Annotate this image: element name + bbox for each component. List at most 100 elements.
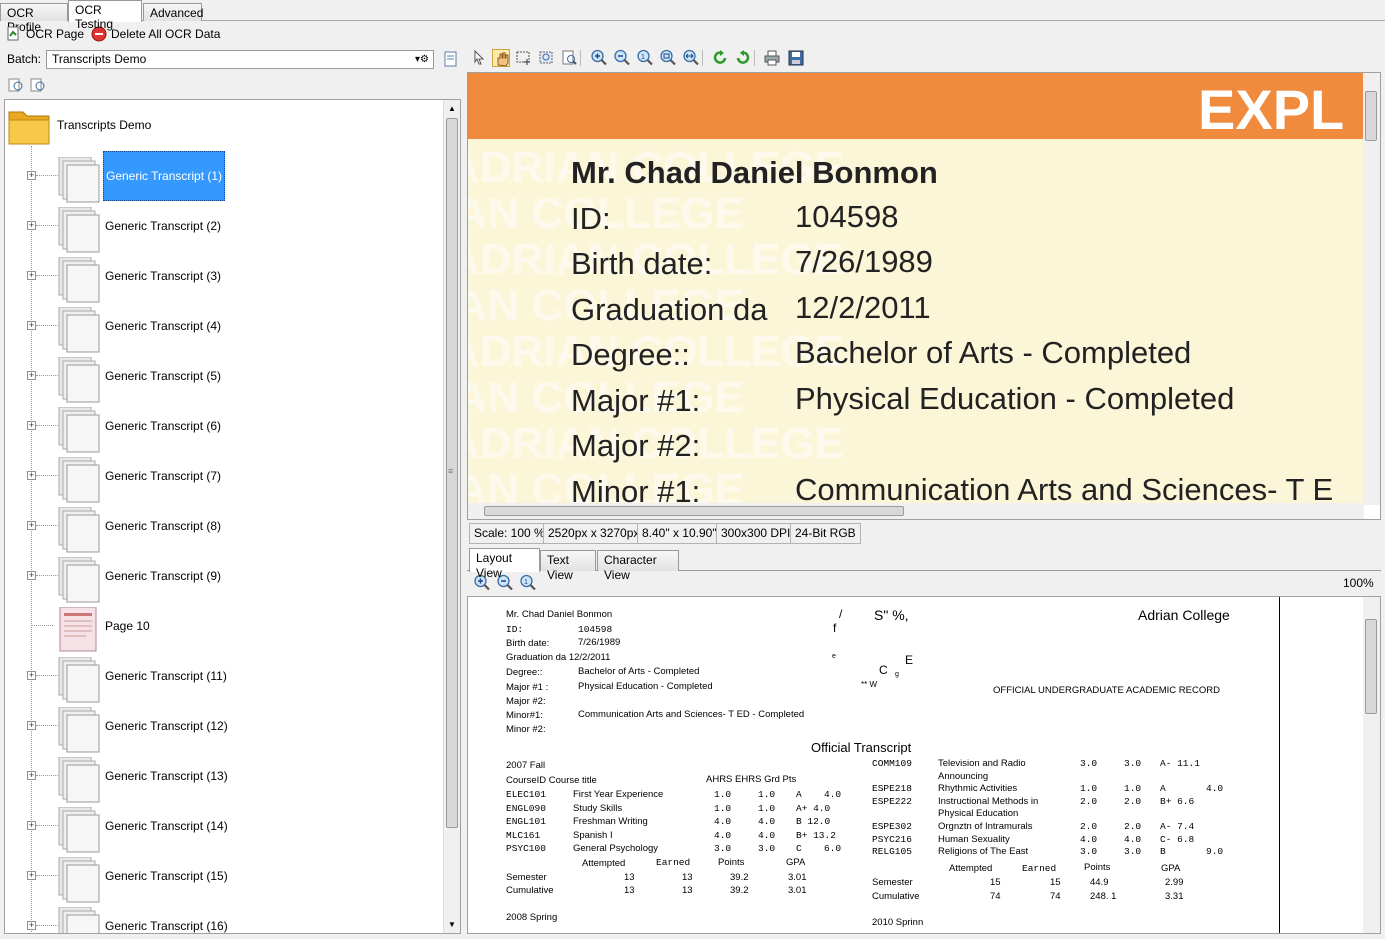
zoom-out-icon[interactable] [613,49,631,67]
zoom-width-icon[interactable] [682,49,700,67]
tree-node[interactable]: Page 10 [5,601,445,652]
tree-node-label[interactable]: Generic Transcript (16) [103,917,230,933]
zoom-fit-icon[interactable] [659,49,677,67]
tree-node[interactable]: + Generic Transcript (13) [5,751,445,803]
tree-node-label[interactable]: Generic Transcript (12) [103,717,230,735]
layout-text: Mr. Chad Daniel Bonmon [506,609,613,620]
tree-node-label[interactable]: Generic Transcript (3) [103,267,223,285]
course-ehrs: 4.0 [1124,833,1142,845]
tree-node-label[interactable]: Generic Transcript (7) [103,467,223,485]
expand-all-icon[interactable] [8,77,24,93]
course-grade: A- 7.4 [1160,821,1195,832]
tree-node[interactable]: + Generic Transcript (8) [5,501,445,553]
expand-node-icon[interactable]: + [27,871,36,880]
course-points: 9.0 [1206,846,1224,858]
layout-text: Points [718,857,745,868]
tab-text-view[interactable]: Text View [540,550,596,582]
tree-node[interactable]: + Generic Transcript (14) [5,801,445,853]
expand-node-icon[interactable]: + [27,521,36,530]
splitter-grip[interactable]: ≡ [448,466,453,476]
tree-node-label[interactable]: Generic Transcript (13) [103,767,230,785]
tree-node-label[interactable]: Generic Transcript (4) [103,317,223,335]
layout-scrollbar[interactable] [1363,597,1380,933]
tree-node-label[interactable]: Generic Transcript (5) [103,367,223,385]
collapse-all-icon[interactable] [30,77,46,93]
tab-character-view[interactable]: Character View [597,550,679,582]
course-id: PSYC216 [872,833,912,845]
tree-root-label[interactable]: Transcripts Demo [57,118,151,132]
document-field-label: ID: [571,200,611,236]
course-points: 4.0 [1206,783,1224,795]
print-icon[interactable] [763,49,781,67]
expand-node-icon[interactable]: + [27,371,36,380]
zoom-page-icon[interactable] [561,49,579,67]
tree-node-label[interactable]: Generic Transcript (15) [103,867,230,885]
tree-node-label[interactable]: Generic Transcript (6) [103,417,223,435]
batch-select[interactable]: Transcripts Demo ▾⚙ [46,50,434,69]
viewer-vscrollbar[interactable] [1363,73,1380,505]
save-icon[interactable] [787,49,805,67]
ocr-noise-text: E [905,653,914,667]
tree-node[interactable]: + Generic Transcript (6) [5,401,445,453]
tree-node[interactable]: + Generic Transcript (15) [5,851,445,903]
rotate-right-icon[interactable] [734,49,752,67]
ocr-page-button[interactable]: OCR Page [6,24,84,44]
pan-hand-icon[interactable] [492,49,510,67]
tab-layout-view[interactable]: Layout View [469,548,540,580]
layout-text: 7/26/1989 [578,637,621,648]
tree-scrollbar[interactable]: ▲ ▼ [443,100,460,933]
expand-node-icon[interactable]: + [27,921,36,930]
layout-text: Minor #2: [506,724,546,735]
layout-zoom-actual-icon[interactable]: 1 [519,574,537,592]
tree-node-label[interactable]: Generic Transcript (9) [103,567,223,585]
tree-node-label[interactable]: Generic Transcript (14) [103,817,230,835]
expand-node-icon[interactable]: + [27,471,36,480]
zoom-in-icon[interactable] [590,49,608,67]
tab-ocr-profile[interactable]: OCR Profile [0,3,68,34]
expand-node-icon[interactable]: + [27,571,36,580]
expand-node-icon[interactable]: + [27,771,36,780]
expand-node-icon[interactable]: + [27,421,36,430]
rotate-left-icon[interactable] [712,49,730,67]
viewer-hscrollbar[interactable] [468,503,1364,519]
dropdown-arrow-icon: ▾⚙ [415,54,429,65]
tree-node[interactable]: + Generic Transcript (3) [5,251,445,303]
tree-connector [31,625,53,626]
batch-settings-icon[interactable] [443,51,459,67]
expand-node-icon[interactable]: + [27,221,36,230]
tree-node[interactable]: + Generic Transcript (16) [5,901,445,933]
pointer-icon[interactable] [470,49,488,67]
tree-node[interactable]: + Generic Transcript (12) [5,701,445,753]
tree-node-label[interactable]: Generic Transcript (8) [103,517,223,535]
tab-ocr-testing[interactable]: OCR Testing [68,0,142,31]
tree-node[interactable]: + Generic Transcript (5) [5,351,445,403]
tree-node[interactable]: + Generic Transcript (4) [5,301,445,353]
tab-advanced[interactable]: Advanced [143,3,203,21]
tree-node-label[interactable]: Generic Transcript (11) [103,667,229,685]
expand-node-icon[interactable]: + [27,821,36,830]
tree-node-label[interactable]: Page 10 [103,617,152,635]
layout-text: Points [1084,862,1111,873]
layout-text: 2.99 [1165,877,1184,888]
expand-node-icon[interactable]: + [27,271,36,280]
tree-node[interactable]: + Generic Transcript (1) [5,151,445,203]
zoom-region-icon[interactable] [538,49,556,67]
document-stack-icon [58,456,100,503]
tree-node-label[interactable]: Generic Transcript (2) [103,217,223,235]
tree-node[interactable]: + Generic Transcript (2) [5,201,445,253]
zone-select-icon[interactable] [515,49,533,67]
tree-node[interactable]: + Generic Transcript (11) [5,651,445,703]
tree-node[interactable]: + Generic Transcript (9) [5,551,445,603]
expand-node-icon[interactable]: + [27,721,36,730]
expand-node-icon[interactable]: + [27,171,36,180]
course-grade: B [1160,846,1166,858]
image-viewer[interactable]: EXPL ADRIAN COLLEGEADRIAN COLLEGEADRIAN … [467,72,1381,520]
zoom-actual-icon[interactable]: 1 [636,49,654,67]
expand-node-icon[interactable]: + [27,671,36,680]
expand-node-icon[interactable]: + [27,321,36,330]
tree-node[interactable]: + Generic Transcript (7) [5,451,445,503]
course-points: 4.0 [824,789,842,800]
tree-connector [36,875,58,876]
tree-node-label[interactable]: Generic Transcript (1) [103,151,226,201]
layout-text: Graduation da 12/2/2011 [506,652,611,663]
